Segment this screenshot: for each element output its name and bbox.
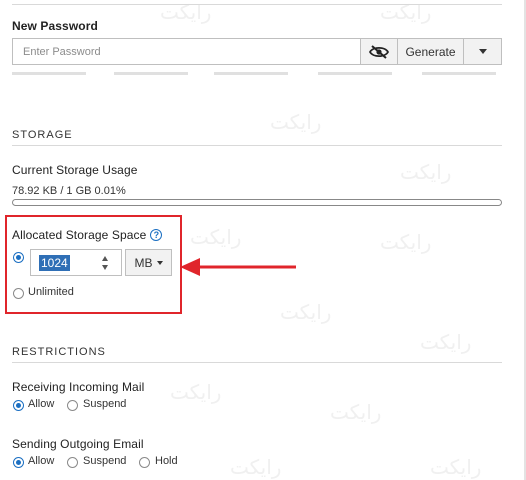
storage-unit-dropdown[interactable]: MB xyxy=(125,249,172,276)
strength-segment xyxy=(214,72,288,75)
password-input[interactable] xyxy=(12,38,360,65)
spinner-up-icon[interactable] xyxy=(102,256,108,261)
incoming-suspend-radio[interactable] xyxy=(67,400,78,411)
storage-section-title: STORAGE xyxy=(12,129,73,141)
restrictions-divider xyxy=(12,362,502,363)
outgoing-hold-radio[interactable] xyxy=(139,457,150,468)
arrow-left-icon xyxy=(180,258,296,276)
eye-slash-icon xyxy=(369,44,389,59)
chevron-down-icon xyxy=(156,260,163,265)
new-password-label: New Password xyxy=(12,19,98,33)
strength-segment xyxy=(318,72,392,75)
storage-unit-label: MB xyxy=(134,255,153,270)
watermark-text: رایکت xyxy=(230,455,282,479)
outgoing-suspend-radio[interactable] xyxy=(67,457,78,468)
incoming-mail-label: Receiving Incoming Mail xyxy=(12,380,145,394)
outgoing-allow-radio[interactable] xyxy=(13,457,24,468)
watermark-text: رایکت xyxy=(400,160,452,184)
incoming-suspend-label: Suspend xyxy=(83,398,127,410)
spinner-down-icon[interactable] xyxy=(102,265,108,270)
outgoing-allow-label: Allow xyxy=(28,455,55,467)
generate-options-button[interactable] xyxy=(464,38,502,65)
storage-usage-bar xyxy=(12,199,502,206)
unlimited-radio[interactable] xyxy=(13,288,24,299)
allocated-storage-input[interactable]: 1024 xyxy=(30,249,122,276)
outgoing-hold-label: Hold xyxy=(155,455,178,467)
storage-divider xyxy=(12,145,502,146)
watermark-text: رایکت xyxy=(380,230,432,254)
unlimited-label: Unlimited xyxy=(28,286,74,298)
watermark-text: رایکت xyxy=(190,225,242,249)
watermark-text: رایکت xyxy=(330,400,382,424)
incoming-allow-radio[interactable] xyxy=(13,400,24,411)
watermark-text: رایکت xyxy=(170,380,222,404)
incoming-allow-label: Allow xyxy=(28,398,55,410)
question-circle-icon[interactable]: ? xyxy=(150,229,163,241)
watermark-text: رایکت xyxy=(270,110,322,134)
password-field-group: Generate xyxy=(12,38,502,65)
allocated-size-radio[interactable] xyxy=(13,252,24,263)
password-strength-meter xyxy=(12,72,502,75)
watermark-text: رایکت xyxy=(420,330,472,354)
strength-segment xyxy=(114,72,188,75)
strength-segment xyxy=(12,72,86,75)
toggle-password-visibility-button[interactable] xyxy=(360,38,398,65)
watermark-text: رایکت xyxy=(280,300,332,324)
generate-button[interactable]: Generate xyxy=(398,38,464,65)
allocated-storage-label: Allocated Storage Space? xyxy=(12,228,163,242)
allocated-storage-label-text: Allocated Storage Space xyxy=(12,228,147,242)
storage-usage-value: 78.92 KB / 1 GB 0.01% xyxy=(12,185,126,197)
current-storage-usage-label: Current Storage Usage xyxy=(12,163,138,177)
outgoing-suspend-label: Suspend xyxy=(83,455,127,467)
outgoing-email-label: Sending Outgoing Email xyxy=(12,437,144,451)
chevron-down-icon xyxy=(478,49,487,54)
watermark-text: رایکت xyxy=(430,455,482,479)
allocated-storage-value: 1024 xyxy=(39,255,70,271)
top-divider xyxy=(12,4,502,5)
strength-segment xyxy=(422,72,496,75)
restrictions-section-title: RESTRICTIONS xyxy=(12,346,106,358)
